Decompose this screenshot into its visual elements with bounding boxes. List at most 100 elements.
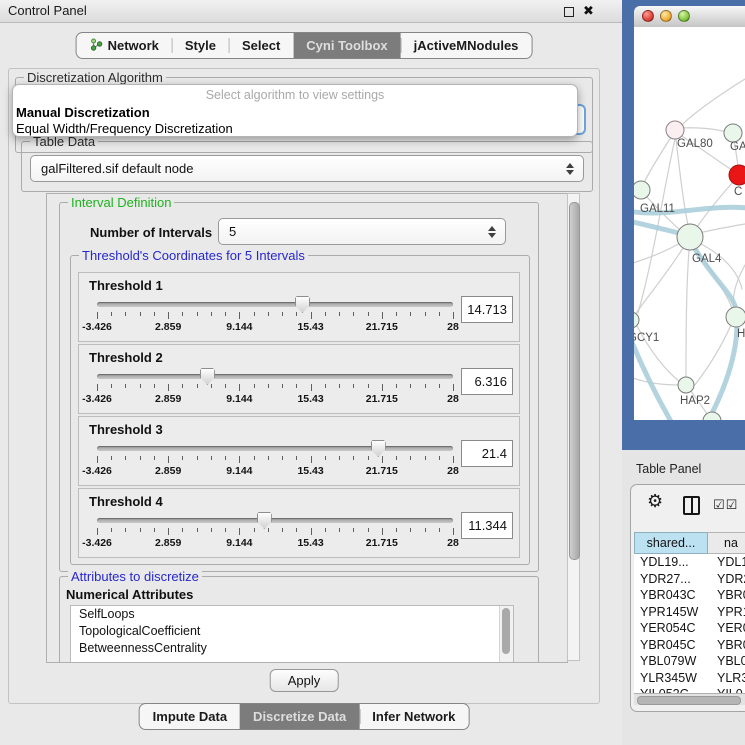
network-edge[interactable]	[707, 327, 737, 420]
threshold-label: Threshold 3	[89, 422, 163, 437]
tick-mark	[368, 528, 369, 532]
dropdown-option-manual-discretization[interactable]: Manual Discretization	[13, 105, 577, 121]
main-scrollbar[interactable]	[567, 193, 580, 661]
network-edge[interactable]	[681, 128, 726, 132]
tab-select[interactable]: Select	[229, 33, 293, 58]
tick-mark	[140, 456, 141, 460]
slider-thumb-icon[interactable]	[257, 512, 272, 529]
tick-mark	[282, 456, 283, 460]
tick-mark	[296, 384, 297, 388]
tab-jactivemnodules[interactable]: jActiveMNodules	[401, 33, 532, 58]
table-row[interactable]: YDR27...YDR2	[634, 571, 745, 588]
slider-thumb-icon[interactable]	[295, 296, 310, 313]
network-node-gal11[interactable]	[634, 181, 650, 199]
network-edge[interactable]	[681, 79, 745, 126]
network-node-gcy1[interactable]	[634, 312, 639, 328]
tick-label: 15.43	[297, 321, 323, 333]
network-edge[interactable]	[686, 250, 689, 377]
tab-style[interactable]: Style	[172, 33, 229, 58]
tick-mark	[239, 456, 240, 463]
table-row[interactable]: YER054CYER0	[634, 620, 745, 637]
tick-mark	[410, 456, 411, 460]
threshold-slider-track[interactable]	[97, 374, 453, 379]
tick-mark	[282, 312, 283, 316]
tab-network[interactable]: Network	[77, 33, 172, 58]
tick-label: 9.144	[226, 321, 252, 333]
network-node[interactable]	[726, 307, 745, 327]
cell-name: YDR2	[708, 572, 745, 586]
network-node[interactable]	[729, 165, 745, 185]
table-row[interactable]: YIL052CYIL0	[634, 686, 745, 693]
float-window-icon[interactable]	[564, 7, 574, 17]
network-edge[interactable]	[634, 243, 680, 264]
network-node-gal80[interactable]	[666, 121, 684, 139]
network-edge[interactable]	[697, 182, 733, 227]
scrollbar-thumb[interactable]	[569, 202, 580, 560]
tick-mark	[125, 312, 126, 316]
column-header-name[interactable]: na	[708, 532, 745, 554]
tab-cyni-toolbox[interactable]: Cyni Toolbox	[293, 33, 400, 58]
threshold-slider-track[interactable]	[97, 302, 453, 307]
tab-discretize-data[interactable]: Discretize Data	[240, 704, 359, 729]
scrollbar-thumb[interactable]	[637, 696, 741, 705]
close-icon[interactable]: ✖	[583, 3, 594, 19]
scrollbar-thumb[interactable]	[502, 608, 510, 654]
network-node-gal4[interactable]	[677, 224, 703, 250]
list-item[interactable]: BetweennessCentrality	[71, 640, 513, 657]
network-node-hap2[interactable]	[678, 377, 694, 393]
network-edge[interactable]	[635, 248, 683, 315]
tick-mark	[268, 384, 269, 388]
table-row[interactable]: YPR145WYPR1	[634, 604, 745, 621]
network-edge[interactable]	[698, 224, 745, 233]
dropdown-option-equal-width-frequency[interactable]: Equal Width/Frequency Discretization	[13, 121, 577, 137]
close-traffic-light-icon[interactable]	[642, 10, 654, 22]
tick-mark	[368, 456, 369, 460]
network-node[interactable]	[724, 124, 742, 142]
table-row[interactable]: YBR043CYBR0	[634, 587, 745, 604]
numerical-attributes-list[interactable]: SelfLoopsTopologicalCoefficientBetweenne…	[70, 605, 514, 663]
table-row[interactable]: YBL079WYBL0	[634, 653, 745, 670]
threshold-slider-track[interactable]	[97, 518, 453, 523]
tab-impute-data[interactable]: Impute Data	[140, 704, 240, 729]
list-item[interactable]: TopologicalCoefficient	[71, 623, 513, 640]
network-edge[interactable]	[634, 377, 678, 385]
gear-icon[interactable]: ⚙	[647, 491, 663, 512]
tick-mark	[125, 384, 126, 388]
minimize-traffic-light-icon[interactable]	[660, 10, 672, 22]
threshold-value-field[interactable]: 6.316	[461, 368, 513, 395]
table-hscrollbar[interactable]	[634, 693, 745, 705]
tick-mark	[254, 384, 255, 388]
threshold-value-field[interactable]: 21.4	[461, 440, 513, 467]
network-canvas[interactable]: GAL80GACGAL11GAL4HGCY1HAP2	[634, 27, 745, 420]
number-of-intervals-select[interactable]: 5	[218, 218, 506, 245]
threshold-value-field[interactable]: 14.713	[461, 296, 513, 323]
slider-ticks	[97, 456, 453, 464]
slider-tick-labels: -3.4262.8599.14415.4321.71528	[97, 321, 453, 333]
network-window-titlebar[interactable]	[634, 6, 745, 28]
slider-thumb-icon[interactable]	[371, 440, 386, 457]
network-node[interactable]	[703, 412, 721, 420]
numerical-attributes-label: Numerical Attributes	[66, 587, 193, 602]
tick-mark	[410, 384, 411, 388]
tick-mark	[225, 528, 226, 532]
list-item[interactable]: SelfLoops	[71, 606, 513, 623]
column-header-shared-name[interactable]: shared...	[634, 532, 708, 554]
table-row[interactable]: YLR345WYLR3	[634, 670, 745, 687]
columns-icon[interactable]	[683, 496, 700, 515]
threshold-slider-track[interactable]	[97, 446, 453, 451]
attributes-scrollbar[interactable]	[499, 606, 513, 663]
tick-mark	[311, 456, 312, 463]
table-data-select[interactable]: galFiltered.sif default node	[30, 155, 584, 182]
zoom-traffic-light-icon[interactable]	[678, 10, 690, 22]
table-row[interactable]: YBR045CYBR0	[634, 637, 745, 654]
network-edge[interactable]	[634, 335, 673, 420]
tick-mark	[125, 456, 126, 460]
apply-button[interactable]: Apply	[270, 669, 339, 692]
table-body[interactable]: YDL19...YDL1YDR27...YDR2YBR043CYBR0YPR14…	[634, 554, 745, 693]
tick-mark	[311, 528, 312, 535]
checkbox-icons[interactable]: ☑☑	[713, 497, 738, 513]
table-row[interactable]: YDL19...YDL1	[634, 554, 745, 571]
threshold-value-field[interactable]: 11.344	[461, 512, 513, 539]
tab-infer-network[interactable]: Infer Network	[359, 704, 468, 729]
slider-thumb-icon[interactable]	[200, 368, 215, 385]
